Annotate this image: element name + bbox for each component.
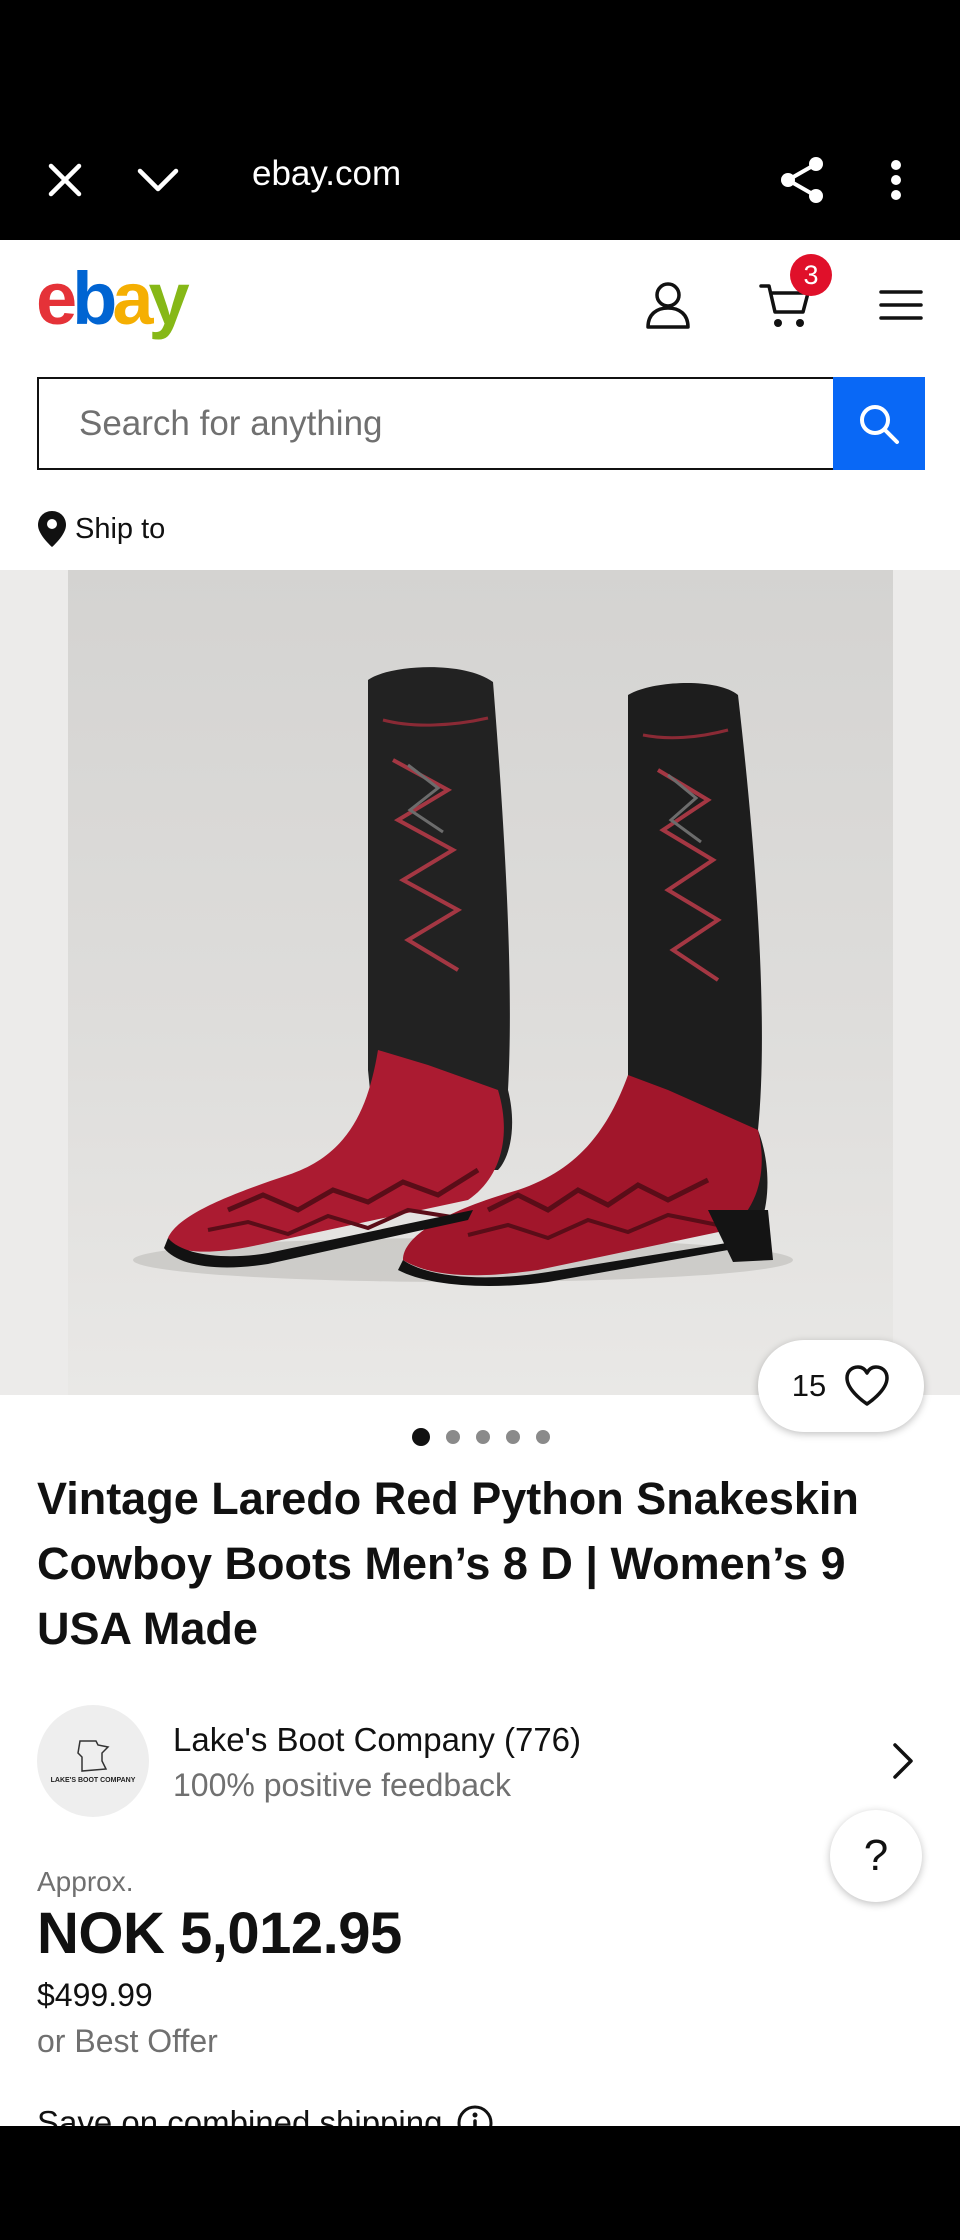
cart-count-badge: 3	[790, 254, 832, 296]
approx-label: Approx.	[37, 1866, 134, 1897]
gallery-dot[interactable]	[412, 1428, 430, 1446]
watch-count: 15	[791, 1368, 827, 1403]
watch-button[interactable]: 15	[758, 1340, 924, 1432]
page-content: ebay 3 Ship to	[0, 240, 960, 2126]
search-icon	[860, 404, 899, 444]
gallery-dot[interactable]	[476, 1430, 490, 1444]
heart-icon	[845, 1365, 889, 1406]
more-vert-icon[interactable]	[866, 150, 926, 210]
hamburger-menu-icon[interactable]	[866, 270, 936, 340]
cowboy-boots-image	[133, 667, 793, 1286]
combined-shipping[interactable]: Save on combined shipping	[37, 2104, 494, 2126]
help-button[interactable]: ?	[830, 1810, 922, 1902]
system-navigation-bar	[0, 2126, 960, 2240]
gallery-dot[interactable]	[536, 1430, 550, 1444]
browser-toolbar: ebay.com	[0, 120, 960, 240]
gallery-dot[interactable]	[446, 1430, 460, 1444]
combined-shipping-label: Save on combined shipping	[37, 2104, 443, 2126]
image-gallery[interactable]	[0, 570, 960, 1395]
seller-name[interactable]: Lake's Boot Company (776)	[173, 1721, 581, 1759]
location-pin-icon	[38, 511, 66, 547]
share-icon[interactable]	[772, 150, 832, 210]
gallery-pagination	[0, 1428, 960, 1446]
original-price: $499.99	[37, 1977, 153, 2013]
url-text[interactable]: ebay.com	[252, 154, 401, 194]
logo-letter: e	[36, 257, 77, 340]
ebay-logo[interactable]: ebay	[36, 257, 190, 340]
seller-feedback: 100% positive feedback	[173, 1767, 511, 1803]
search-input[interactable]	[39, 379, 833, 468]
minnesota-state-icon	[77, 1739, 110, 1772]
seller-info[interactable]: LAKE'S BOOT COMPANY Lake's Boot Company …	[37, 1705, 925, 1817]
seller-logo: LAKE'S BOOT COMPANY	[37, 1705, 149, 1817]
ship-to-link[interactable]: Ship to	[37, 510, 165, 548]
seller-logo-text: LAKE'S BOOT COMPANY	[50, 1776, 136, 1784]
listing-title: Vintage Laredo Red Python Snakeskin Cowb…	[37, 1473, 859, 1654]
logo-letter: y	[148, 257, 190, 340]
chevron-right-icon[interactable]	[881, 1739, 925, 1783]
converted-price: NOK 5,012.95	[37, 1901, 402, 1966]
product-photo[interactable]	[68, 570, 893, 1395]
close-icon[interactable]	[35, 150, 95, 210]
logo-letter: b	[72, 257, 117, 340]
account-icon[interactable]	[633, 270, 703, 340]
ship-to-label: Ship to	[75, 512, 166, 545]
info-icon[interactable]	[456, 2104, 494, 2126]
search-button[interactable]	[833, 377, 925, 470]
status-bar	[0, 0, 960, 120]
best-offer-label: or Best Offer	[37, 2023, 218, 2059]
gallery-dot[interactable]	[506, 1430, 520, 1444]
logo-letter: a	[112, 257, 153, 340]
chevron-down-icon[interactable]	[128, 150, 188, 210]
search-bar	[37, 377, 925, 470]
